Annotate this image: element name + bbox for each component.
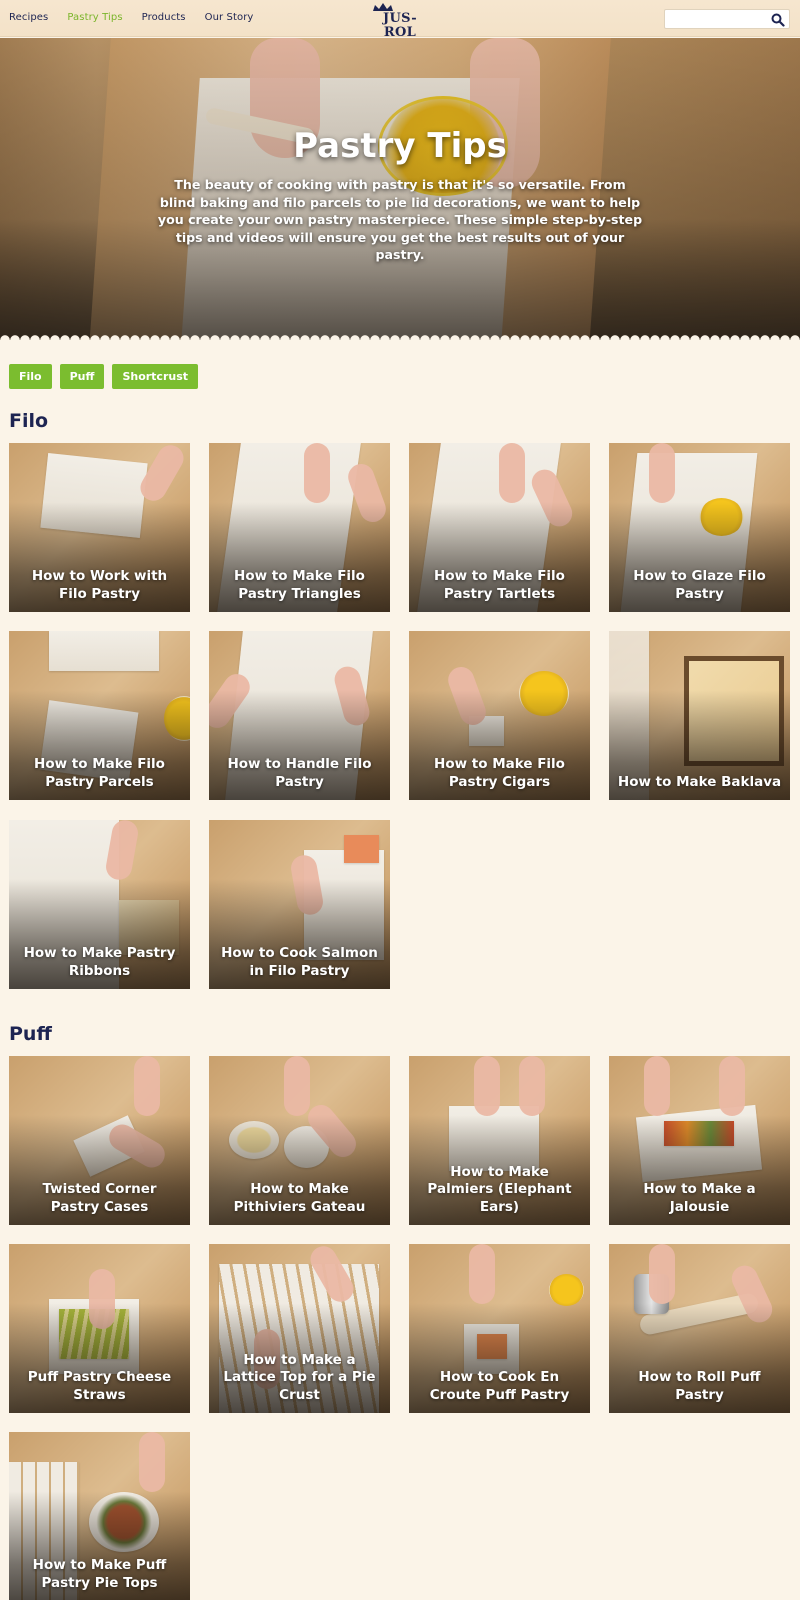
jus-rol-logo[interactable]: JUS-ROL [372,3,428,40]
tip-card[interactable]: How to Make a Jalousie [609,1056,790,1225]
hero-banner: Pastry Tips The beauty of cooking with p… [0,38,800,340]
tip-card-title: How to Make Puff Pastry Pie Tops [32,1557,167,1591]
hero-description: The beauty of cooking with pastry is tha… [157,177,643,262]
page-title: Pastry Tips [293,126,507,166]
tip-card[interactable]: How to Glaze Filo Pastry [609,443,790,612]
tip-card-title: How to Make Baklava [617,773,782,790]
tip-card-title: How to Make a Lattice Top for a Pie Crus… [223,1351,376,1403]
site-header: Recipes Pastry Tips Products Our Story J… [0,0,800,40]
tip-card-title: Puff Pastry Cheese Straws [27,1369,172,1403]
tip-card-title: How to Cook Salmon in Filo Pastry [221,945,378,979]
main-nav: Recipes Pastry Tips Products Our Story [9,12,272,23]
tip-card-title: How to Make Pastry Ribbons [23,945,176,979]
tip-card-title: How to Roll Puff Pastry [638,1369,761,1403]
search-icon[interactable] [771,13,785,27]
search-input[interactable] [669,12,769,26]
tip-card[interactable]: How to Make Pithiviers Gateau [209,1056,390,1225]
nav-pastry-tips[interactable]: Pastry Tips [67,12,122,23]
tip-card-title: How to Cook En Croute Puff Pastry [429,1369,570,1403]
tip-card[interactable]: How to Handle Filo Pastry [209,631,390,800]
tip-card-title: How to Make Filo Pastry Triangles [234,568,365,602]
category-filters: Filo Puff Shortcrust [9,364,199,389]
tip-card-title: How to Make a Jalousie [643,1181,756,1215]
tip-card-title: How to Make Filo Pastry Tartlets [434,568,565,602]
tip-card-title: How to Make Pithiviers Gateau [233,1181,366,1215]
tip-card[interactable]: How to Make a Lattice Top for a Pie Crus… [209,1244,390,1413]
logo-text: JUS-ROL [383,11,417,40]
filter-filo-button[interactable]: Filo [9,364,52,389]
tip-card[interactable]: Puff Pastry Cheese Straws [9,1244,190,1413]
tip-card[interactable]: How to Make Puff Pastry Pie Tops [9,1432,190,1600]
filter-puff-button[interactable]: Puff [59,364,105,389]
filter-shortcrust-button[interactable]: Shortcrust [112,364,199,389]
tip-card-title: How to Glaze Filo Pastry [633,568,766,602]
tip-card[interactable]: How to Make Palmiers (Elephant Ears) [409,1056,590,1225]
nav-products[interactable]: Products [142,12,186,23]
tip-card[interactable]: How to Cook Salmon in Filo Pastry [209,820,390,989]
tip-card[interactable]: How to Make Baklava [609,631,790,800]
scalloped-edge [0,332,800,340]
section-heading-puff: Puff [9,1023,52,1045]
tip-card-title: How to Make Palmiers (Elephant Ears) [427,1163,572,1215]
tip-card[interactable]: How to Make Filo Pastry Tartlets [409,443,590,612]
tip-card-title: Twisted Corner Pastry Cases [42,1181,157,1215]
tip-card[interactable]: How to Roll Puff Pastry [609,1244,790,1413]
tip-card[interactable]: How to Make Filo Pastry Parcels [9,631,190,800]
tip-card-title: How to Work with Filo Pastry [31,568,168,602]
nav-our-story[interactable]: Our Story [205,12,254,23]
tip-card[interactable]: How to Make Pastry Ribbons [9,820,190,989]
tip-card-title: How to Make Filo Pastry Cigars [434,756,565,790]
tip-card[interactable]: How to Make Filo Pastry Triangles [209,443,390,612]
search-box[interactable] [664,9,790,29]
nav-recipes[interactable]: Recipes [9,12,48,23]
tip-card[interactable]: Twisted Corner Pastry Cases [9,1056,190,1225]
tip-card-title: How to Handle Filo Pastry [227,756,372,790]
tip-card[interactable]: How to Make Filo Pastry Cigars [409,631,590,800]
section-heading-filo: Filo [9,410,49,432]
tip-card-title: How to Make Filo Pastry Parcels [34,756,165,790]
tip-card[interactable]: How to Cook En Croute Puff Pastry [409,1244,590,1413]
tip-card[interactable]: How to Work with Filo Pastry [9,443,190,612]
